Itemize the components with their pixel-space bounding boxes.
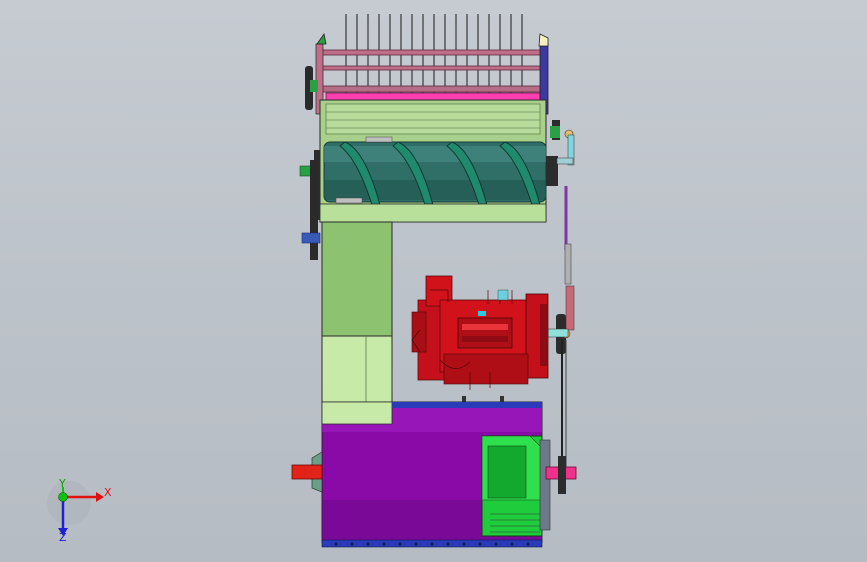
tensioner-arm — [565, 285, 575, 331]
auger-tray — [319, 203, 547, 223]
rake-reel — [305, 14, 549, 115]
rake-frame-mid — [319, 65, 543, 71]
drum-left-shaft — [291, 464, 323, 480]
triad-origin — [58, 492, 68, 502]
feed-chute — [321, 221, 399, 431]
chute-upper — [321, 221, 393, 337]
rake-frame-top — [319, 49, 543, 56]
rake-left-cap — [316, 33, 327, 45]
right-gear-green — [550, 126, 560, 138]
spring-bottom — [335, 197, 363, 204]
rake-right-cap — [538, 33, 549, 47]
threshing-drum — [291, 401, 577, 548]
cad-viewport[interactable]: X Y Z — [0, 0, 867, 562]
drive-belt — [547, 186, 575, 470]
auger-conveyor — [299, 99, 575, 223]
y-axis-label: Y — [58, 477, 66, 490]
left-drive-hub — [301, 232, 321, 244]
spring-top — [365, 136, 393, 143]
rake-frame-bar — [319, 85, 543, 93]
axis-triad[interactable]: X Y Z — [47, 477, 112, 544]
x-axis-label: X — [104, 486, 112, 499]
diesel-engine — [411, 275, 549, 402]
z-axis-label: Z — [59, 531, 67, 544]
